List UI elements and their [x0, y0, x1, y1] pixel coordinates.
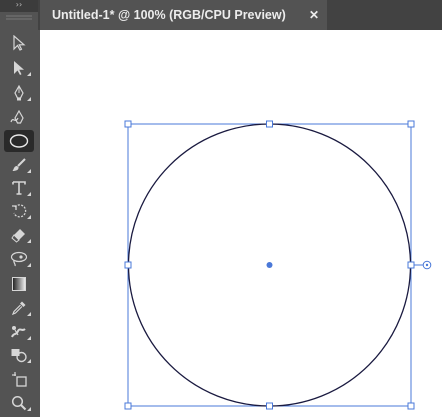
document-tab-title: Untitled-1* @ 100% (RGB/CPU Preview) [52, 8, 286, 22]
artboard-canvas[interactable] [40, 30, 442, 417]
curvature-tool[interactable] [4, 108, 34, 128]
tool-group-indicator [27, 215, 31, 219]
eyedropper-icon [11, 301, 26, 316]
rotate-icon [12, 204, 27, 218]
tool-group-indicator [27, 97, 31, 101]
eraser-tool[interactable] [4, 225, 34, 245]
artboard-tool[interactable] [4, 369, 34, 389]
resize-handle-bottom[interactable] [266, 402, 273, 410]
eyedropper-tool[interactable] [4, 298, 34, 318]
rotate-tool[interactable] [4, 201, 34, 221]
ellipse-icon [9, 134, 29, 148]
shape-center-point[interactable] [266, 262, 273, 268]
resize-handle-top-left[interactable] [124, 120, 132, 128]
zoom-icon [11, 395, 27, 411]
zoom-tool[interactable] [4, 393, 34, 413]
resize-handle-right[interactable] [407, 261, 415, 269]
tool-group-indicator [27, 239, 31, 243]
document-tab-bar: Untitled-1* @ 100% (RGB/CPU Preview) ✕ [38, 0, 442, 30]
gradient-tool[interactable] [4, 274, 34, 294]
close-tab-button[interactable]: ✕ [309, 0, 319, 30]
paintbrush-icon [12, 158, 26, 171]
puppet-warp-tool[interactable] [4, 322, 34, 342]
lasso-icon [10, 251, 28, 267]
artboard-icon [12, 372, 27, 387]
tool-group-indicator [27, 359, 31, 363]
gradient-icon [12, 277, 26, 291]
selection-tool[interactable] [4, 33, 34, 53]
resize-handle-top-right[interactable] [407, 120, 415, 128]
resize-handle-bottom-left[interactable] [124, 402, 132, 410]
curvature-pen-icon [10, 110, 24, 124]
tool-group-indicator [27, 192, 31, 196]
direct-selection-tool[interactable] [4, 58, 34, 78]
illustrator-window: ›› Untitled-1* @ 100% (RGB/CPU Preview) … [0, 0, 442, 417]
tool-group-indicator [27, 72, 31, 76]
tool-group-indicator [27, 169, 31, 173]
shape-builder-tool[interactable] [4, 345, 34, 365]
document-tab[interactable]: Untitled-1* @ 100% (RGB/CPU Preview) ✕ [40, 0, 327, 30]
tools-panel: ›› [0, 0, 38, 417]
selection-arrow-icon [13, 35, 26, 51]
pen-icon [14, 85, 24, 101]
pen-tool[interactable] [4, 83, 34, 103]
shape-builder-icon [11, 349, 27, 363]
type-tool[interactable] [4, 178, 34, 198]
puppet-warp-icon [11, 326, 26, 338]
tool-group-indicator [27, 312, 31, 316]
eraser-icon [11, 229, 25, 243]
tool-group-indicator [27, 407, 31, 411]
direct-selection-arrow-icon [14, 61, 24, 75]
toolbar-drag-handle[interactable] [6, 15, 32, 21]
pie-widget-dot [425, 263, 429, 267]
lasso-tool[interactable] [4, 249, 34, 269]
resize-handle-left[interactable] [124, 261, 132, 269]
tool-group-indicator [27, 336, 31, 340]
toolbar-collapse-button[interactable]: ›› [0, 0, 38, 12]
type-icon [12, 181, 26, 195]
tool-group-indicator [27, 263, 31, 267]
resize-handle-bottom-right[interactable] [407, 402, 415, 410]
resize-handle-top[interactable] [266, 120, 273, 128]
paintbrush-tool[interactable] [4, 155, 34, 175]
ellipse-tool[interactable] [4, 130, 34, 152]
